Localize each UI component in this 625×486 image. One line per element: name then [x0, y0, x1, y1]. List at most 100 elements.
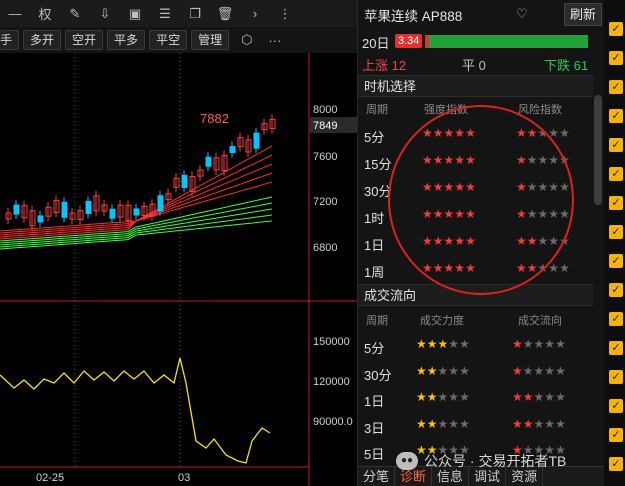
- price-tick: 6800: [313, 242, 337, 254]
- more-icon[interactable]: ···: [268, 33, 281, 48]
- col-direction: 成交流向: [518, 315, 562, 327]
- rating-stars: ★★★★★: [416, 390, 470, 404]
- copy-icon[interactable]: ❐: [180, 0, 210, 27]
- image-icon[interactable]: ▣: [120, 0, 150, 27]
- twenty-day-bar: 20日 3.34: [358, 32, 605, 51]
- candle: [13, 204, 20, 215]
- edit-icon[interactable]: ✎: [60, 0, 90, 27]
- checkbox[interactable]: ✓: [609, 109, 623, 123]
- restrict-icon[interactable]: 权: [30, 0, 60, 27]
- watermark-text: 公众号 · 交易开拓者TB: [424, 453, 567, 469]
- period-label: 5分: [364, 130, 385, 145]
- annotation-circle: [388, 105, 574, 295]
- period-label: 1日: [364, 394, 385, 409]
- close-short-button[interactable]: 平空: [149, 30, 188, 50]
- checkbox[interactable]: ✓: [609, 80, 623, 94]
- period-label: 30分: [364, 367, 392, 383]
- checkbox[interactable]: ✓: [609, 254, 623, 268]
- checkbox[interactable]: ✓: [609, 22, 623, 36]
- volume-tick: 120000: [313, 376, 350, 388]
- kline-chart[interactable]: 7882 8000 7849 7600 7200 6800 150000 120…: [0, 53, 357, 486]
- manage-button[interactable]: 管理: [191, 30, 230, 50]
- rating-stars: ★★★★★: [512, 337, 566, 351]
- scrollbar[interactable]: [594, 95, 602, 205]
- checkbox[interactable]: ✓: [609, 312, 623, 326]
- up-count: 上涨 12: [362, 58, 407, 73]
- chart-area: — 权 ✎ ⇩ ▣ ☰ ❐ 🗑 › ⋮ 手 多开 空开 平多 平空 管理 ⬡ ·…: [0, 0, 357, 486]
- rating-stars: ★★★★★: [512, 416, 566, 431]
- checkbox[interactable]: ✓: [609, 138, 623, 152]
- ratio-bar-down: [429, 35, 588, 48]
- volume-tick: 90000.0: [313, 416, 353, 428]
- flow-column-headers: 周期 成交力度 成交流向: [358, 310, 593, 328]
- table-row: 5分 ★★★★★ ★★★★★: [358, 332, 593, 358]
- rating-stars: ★★★★★: [416, 416, 470, 431]
- checkbox[interactable]: ✓: [609, 457, 623, 471]
- volume-tick: 150000: [313, 336, 350, 348]
- checkbox[interactable]: ✓: [609, 51, 623, 65]
- hand-button[interactable]: 手: [0, 30, 20, 50]
- rating-stars: ★★★★★: [416, 337, 470, 351]
- chart-toolbar: — 权 ✎ ⇩ ▣ ☰ ❐ 🗑 › ⋮: [0, 0, 357, 27]
- candle: [157, 195, 164, 212]
- candle: [205, 156, 212, 167]
- checkbox[interactable]: ✓: [609, 341, 623, 355]
- checkbox[interactable]: ✓: [609, 196, 623, 210]
- delete-icon[interactable]: 🗑: [210, 0, 240, 27]
- instrument-title: 苹果连续 AP888: [364, 9, 463, 24]
- candle: [85, 200, 92, 214]
- ma-line-green: [0, 220, 273, 250]
- candle: [37, 215, 44, 223]
- col-period: 周期: [366, 315, 388, 327]
- price-tick: 7600: [313, 151, 337, 163]
- timing-section-header: 时机选择: [358, 75, 593, 97]
- volume-line: [0, 357, 271, 464]
- checkbox[interactable]: ✓: [609, 370, 623, 384]
- checkbox[interactable]: ✓: [609, 399, 623, 413]
- hexagon-icon[interactable]: ⬡: [241, 32, 252, 48]
- period-label: 1时: [364, 211, 385, 226]
- days-badge: 3.34: [395, 34, 423, 48]
- period-label: 15分: [364, 157, 392, 172]
- close-long-button[interactable]: 平多: [107, 30, 146, 50]
- candle: [253, 132, 260, 149]
- tab-ticks[interactable]: 分笔: [358, 467, 396, 486]
- more-vertical-icon[interactable]: ⋮: [270, 0, 300, 27]
- table-row: 3日 ★★★★★ ★★★★★: [358, 412, 593, 438]
- period-label: 3日: [364, 420, 385, 436]
- refresh-button[interactable]: 刷新: [564, 3, 602, 26]
- table-row: 1日 ★★★★★ ★★★★★: [358, 385, 593, 411]
- period-label: 5日: [364, 447, 385, 462]
- checkbox[interactable]: ✓: [609, 283, 623, 297]
- candle: [229, 146, 236, 154]
- table-row: 30分 ★★★★★ ★★★★★: [358, 359, 593, 385]
- candle: [181, 174, 188, 188]
- watermark: ●● 公众号 · 交易开拓者TB: [396, 450, 566, 472]
- heart-icon[interactable]: ♡: [516, 6, 528, 22]
- checkbox[interactable]: ✓: [609, 225, 623, 239]
- days-label: 20日: [362, 36, 390, 51]
- download-icon[interactable]: ⇩: [90, 0, 120, 27]
- moving-average-ribbon: [0, 145, 273, 250]
- chevron-right-icon[interactable]: ›: [240, 0, 270, 27]
- minus-icon[interactable]: —: [0, 0, 30, 27]
- candle: [109, 208, 116, 219]
- current-price-label: 7849: [313, 120, 337, 132]
- open-long-button[interactable]: 多开: [23, 30, 62, 50]
- settings-icon[interactable]: ☰: [150, 0, 180, 27]
- open-short-button[interactable]: 空开: [65, 30, 104, 50]
- checkbox-column: ✓ ✓ ✓ ✓ ✓ ✓ ✓ ✓ ✓ ✓ ✓ ✓ ✓ ✓ ✓ ✓: [604, 0, 625, 486]
- panel-header: 苹果连续 AP888 ♡ 刷新: [358, 0, 605, 30]
- checkbox[interactable]: ✓: [609, 167, 623, 181]
- down-count: 下跌 61: [544, 58, 589, 73]
- checkbox[interactable]: ✓: [609, 428, 623, 442]
- price-tick: 8000: [313, 104, 337, 116]
- price-tick: 7200: [313, 196, 337, 208]
- col-force: 成交力度: [420, 315, 464, 327]
- rating-stars: ★★★★★: [512, 390, 566, 404]
- rating-stars: ★★★★★: [416, 363, 470, 378]
- date-label: 02-25: [36, 472, 64, 484]
- candle: [133, 208, 140, 216]
- period-label: 1周: [364, 265, 385, 280]
- date-label: 03: [178, 472, 190, 484]
